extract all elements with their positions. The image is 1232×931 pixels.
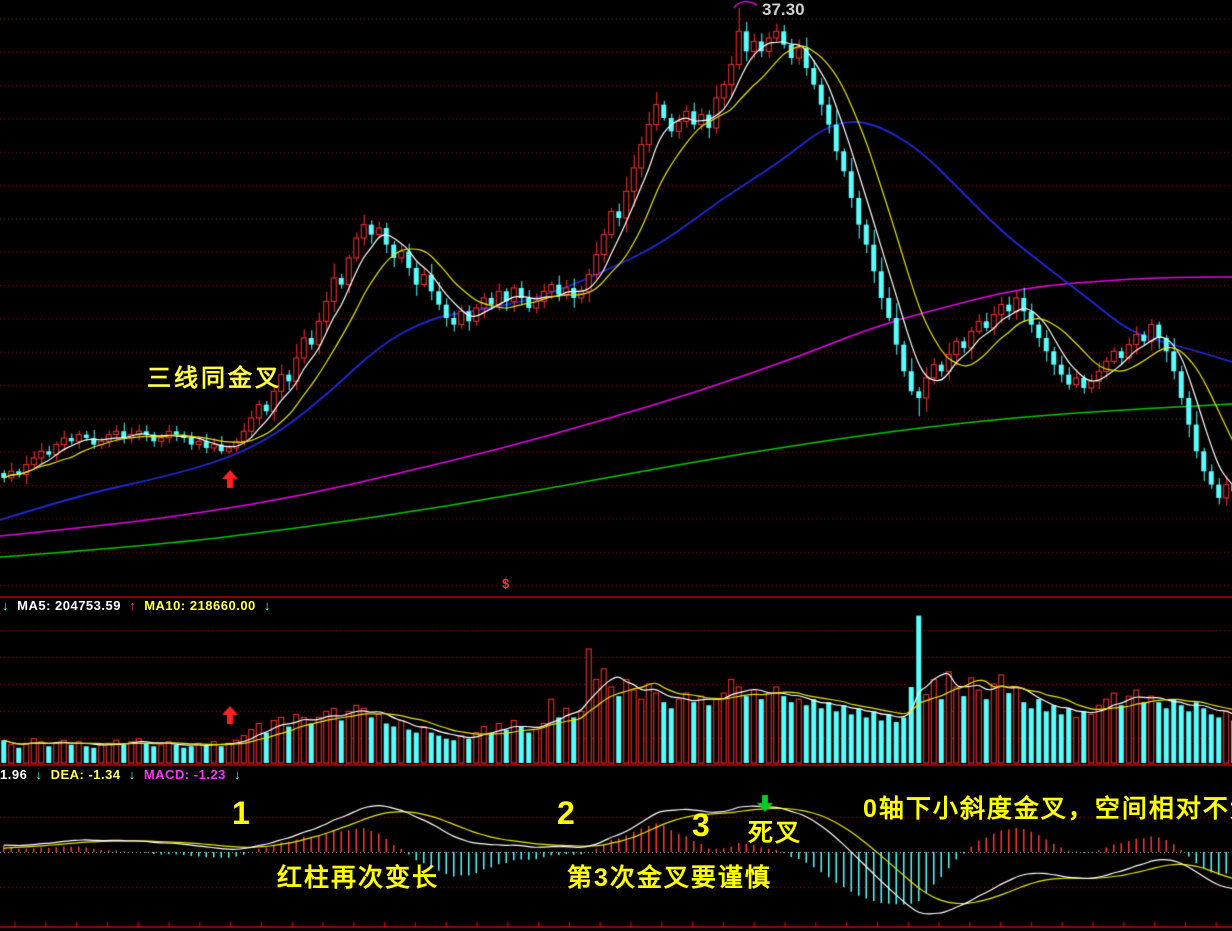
golden-cross-1-label: 1 [232, 797, 250, 829]
red-bars-note: 红柱再次变长 [277, 866, 439, 891]
golden-cross-3-label: 3 [692, 809, 710, 841]
zero-axis-note: 0轴下小斜度金叉，空间相对不大 [863, 797, 1232, 822]
death-cross-label: 死叉 [748, 821, 802, 846]
macd-indicator-header: 1.96 ↓ DEA: -1.34 ↓ MACD: -1.23 ↓ [0, 768, 245, 781]
volume-ma10-value: MA10: 218660.00 [144, 598, 256, 613]
arrow-up-icon: ↑ [129, 598, 136, 613]
peak-price-label: 37.30 [762, 1, 805, 18]
golden-cross-2-label: 2 [557, 797, 575, 829]
third-cross-note: 第3次金叉要谨慎 [567, 866, 772, 891]
dif-value: 1.96 [0, 767, 27, 782]
arrow-down-icon: ↓ [264, 598, 271, 613]
golden-cross-note: 三线同金叉 [147, 367, 282, 391]
volume-ma5-value: MA5: 204753.59 [17, 598, 121, 613]
dea-value: DEA: -1.34 [51, 767, 121, 782]
macd-value: MACD: -1.23 [144, 767, 226, 782]
arrow-down-icon: ↓ [234, 767, 241, 782]
arrow-down-icon: ↓ [2, 598, 9, 613]
arrow-down-icon: ↓ [129, 767, 136, 782]
chart-window: 三线同金叉 37.30 $ ↓ MA5: 204753.59 ↑ MA10: 2… [0, 0, 1232, 931]
kline-chart-canvas[interactable] [0, 0, 1232, 931]
split-marker: $ [502, 577, 509, 590]
volume-indicator-header: ↓ MA5: 204753.59 ↑ MA10: 218660.00 ↓ [2, 599, 275, 612]
arrow-down-icon: ↓ [35, 767, 42, 782]
